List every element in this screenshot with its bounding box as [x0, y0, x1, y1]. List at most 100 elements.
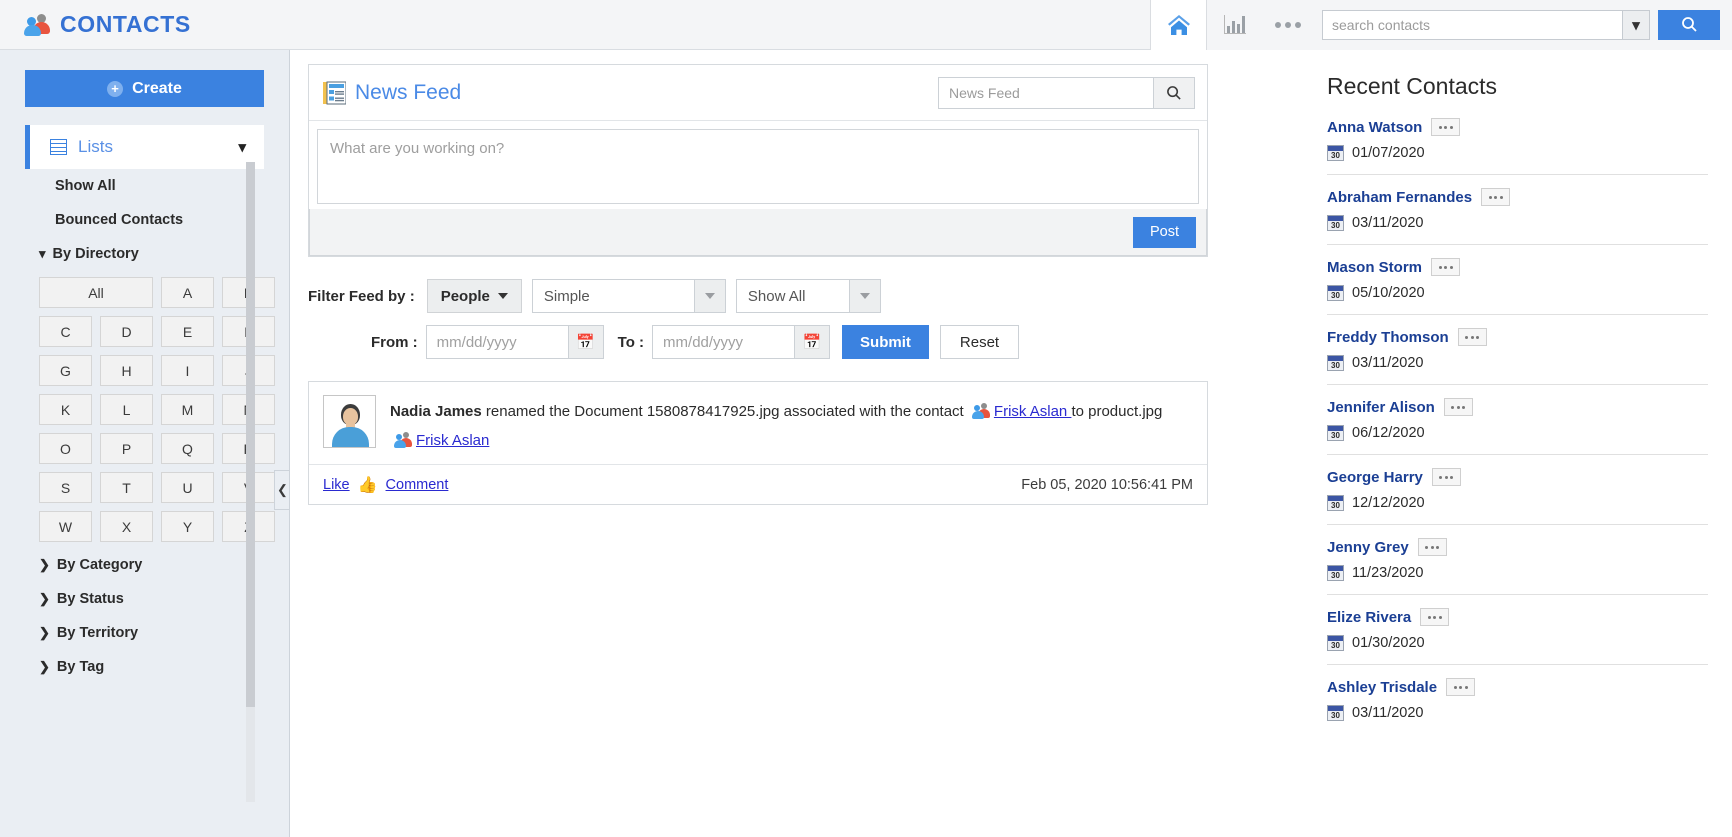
letter-button-d[interactable]: D	[100, 316, 153, 347]
recent-contacts-list: Anna Watson3001/07/2020Abraham Fernandes…	[1327, 118, 1708, 734]
contact-date: 06/12/2020	[1352, 425, 1425, 441]
people-icon	[394, 432, 412, 448]
brand[interactable]: CONTACTS	[0, 11, 191, 38]
contact-menu-button[interactable]	[1446, 678, 1475, 696]
post-button[interactable]: Post	[1133, 217, 1196, 248]
sidebar-group-by-tag[interactable]: ❯ By Tag	[25, 650, 264, 684]
sidebar-group-label: By Status	[57, 591, 124, 607]
sidebar-group-by-status[interactable]: ❯ By Status	[25, 582, 264, 616]
sidebar-group-by-category[interactable]: ❯ By Category	[25, 548, 264, 582]
letter-button-s[interactable]: S	[39, 472, 92, 503]
reset-button[interactable]: Reset	[940, 325, 1019, 359]
contact-name-line: George Harry	[1327, 468, 1708, 486]
contact-menu-button[interactable]	[1481, 188, 1510, 206]
letter-button-y[interactable]: Y	[161, 511, 214, 542]
contact-menu-button[interactable]	[1431, 118, 1460, 136]
letter-button-c[interactable]: C	[39, 316, 92, 347]
contact-menu-button[interactable]	[1444, 398, 1473, 416]
letter-button-m[interactable]: M	[161, 394, 214, 425]
feed-search-button[interactable]	[1153, 77, 1195, 109]
from-date-input[interactable]	[426, 325, 568, 359]
contact-date-line: 3005/10/2020	[1327, 285, 1708, 301]
letter-button-k[interactable]: K	[39, 394, 92, 425]
letter-button-all[interactable]: All	[39, 277, 153, 308]
contact-name-link[interactable]: Ashley Trisdale	[1327, 679, 1437, 696]
more-button[interactable]	[1262, 0, 1314, 50]
contact-menu-button[interactable]	[1431, 258, 1460, 276]
calendar-icon: 30	[1327, 145, 1344, 161]
letter-button-i[interactable]: I	[161, 355, 214, 386]
filter-people-label: People	[441, 288, 490, 305]
sidebar-group-by-directory[interactable]: ▾ By Directory	[25, 237, 264, 271]
filter-type-select[interactable]: Simple	[532, 279, 726, 313]
home-button[interactable]	[1150, 0, 1206, 50]
letter-button-w[interactable]: W	[39, 511, 92, 542]
contact-name-link[interactable]: Anna Watson	[1327, 119, 1422, 136]
list-item: Mason Storm 3005/10/2020	[1327, 258, 1708, 315]
search-input[interactable]	[1322, 10, 1622, 40]
sidebar-item-show-all[interactable]: Show All	[25, 169, 264, 203]
sidebar-collapse-button[interactable]: ❮	[274, 470, 290, 510]
list-item: Abraham Fernandes3003/11/2020	[1327, 188, 1708, 245]
contact-name-link[interactable]: Elize Rivera	[1327, 609, 1411, 626]
search-button[interactable]	[1658, 10, 1720, 40]
sidebar-scrollbar-thumb[interactable]	[246, 162, 255, 707]
chevron-right-icon: ❯	[39, 625, 50, 641]
letter-button-q[interactable]: Q	[161, 433, 214, 464]
contact-date-line: 3001/30/2020	[1327, 635, 1708, 651]
feed-author[interactable]: Nadia James	[390, 403, 482, 420]
contact-name-line: Abraham Fernandes	[1327, 188, 1708, 206]
contact-name-link[interactable]: Abraham Fernandes	[1327, 189, 1472, 206]
comment-button[interactable]: Comment	[386, 477, 449, 493]
letter-button-e[interactable]: E	[161, 316, 214, 347]
contact-name-link[interactable]: Freddy Thomson	[1327, 329, 1449, 346]
sidebar-item-bounced-contacts[interactable]: Bounced Contacts	[25, 203, 264, 237]
filter-scope-select[interactable]: Show All	[736, 279, 881, 313]
feed-item-text: Nadia James renamed the Document 1580878…	[390, 395, 1162, 454]
contact-name-link[interactable]: George Harry	[1327, 469, 1423, 486]
to-calendar-button[interactable]: 📅	[794, 325, 830, 359]
to-date-input[interactable]	[652, 325, 794, 359]
feed-search-input[interactable]	[938, 77, 1153, 109]
feed-item-footer: Like 👍 Comment Feb 05, 2020 10:56:41 PM	[309, 464, 1207, 504]
submit-button[interactable]: Submit	[842, 325, 929, 359]
contact-name-link[interactable]: Jennifer Alison	[1327, 399, 1435, 416]
contact-menu-button[interactable]	[1420, 608, 1449, 626]
letter-button-g[interactable]: G	[39, 355, 92, 386]
letter-button-a[interactable]: A	[161, 277, 214, 308]
chevron-down-icon[interactable]: ▾	[238, 138, 246, 156]
letter-button-h[interactable]: H	[100, 355, 153, 386]
reports-button[interactable]	[1206, 0, 1262, 50]
create-button[interactable]: + Create	[25, 70, 264, 107]
calendar-icon: 30	[1327, 215, 1344, 231]
thumbs-up-icon[interactable]: 👍	[358, 475, 378, 495]
letter-button-o[interactable]: O	[39, 433, 92, 464]
contact-name-link[interactable]: Mason Storm	[1327, 259, 1422, 276]
contact-name-line: Ashley Trisdale	[1327, 678, 1708, 696]
filter-people-dropdown[interactable]: People	[427, 279, 522, 313]
composer-wrapper	[309, 121, 1207, 209]
list-item: George Harry3012/12/2020	[1327, 468, 1708, 525]
contact-menu-button[interactable]	[1418, 538, 1447, 556]
composer-textarea[interactable]	[317, 129, 1199, 204]
letter-button-x[interactable]: X	[100, 511, 153, 542]
feed-contact-link[interactable]: Frisk Aslan	[994, 403, 1072, 420]
letter-button-p[interactable]: P	[100, 433, 153, 464]
letter-button-u[interactable]: U	[161, 472, 214, 503]
from-calendar-button[interactable]: 📅	[568, 325, 604, 359]
feed-second-link[interactable]: Frisk Aslan	[416, 432, 489, 449]
like-button[interactable]: Like	[323, 477, 350, 493]
contact-menu-button[interactable]	[1432, 468, 1461, 486]
calendar-icon: 📅	[803, 333, 822, 351]
search-scope-dropdown[interactable]: ▾	[1622, 10, 1650, 40]
contact-date: 11/23/2020	[1352, 565, 1424, 581]
letter-button-l[interactable]: L	[100, 394, 153, 425]
letter-button-t[interactable]: T	[100, 472, 153, 503]
sidebar-item-lists[interactable]: Lists ▾	[25, 125, 264, 169]
sidebar-group-by-territory[interactable]: ❯ By Territory	[25, 616, 264, 650]
feed-item-body: Nadia James renamed the Document 1580878…	[309, 382, 1207, 464]
contact-name-link[interactable]: Jenny Grey	[1327, 539, 1409, 556]
contact-menu-button[interactable]	[1458, 328, 1487, 346]
recent-contacts-title: Recent Contacts	[1327, 73, 1708, 100]
filter-scope-value: Show All	[736, 279, 849, 313]
